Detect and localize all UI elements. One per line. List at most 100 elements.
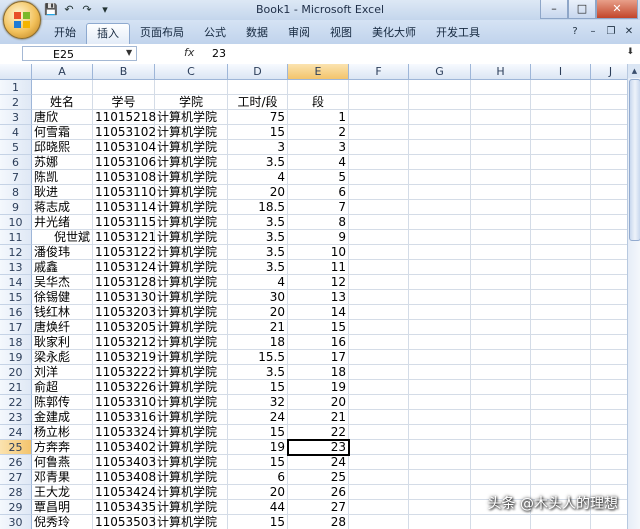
cell-h4[interactable] bbox=[471, 125, 531, 140]
cell-g20[interactable] bbox=[409, 365, 471, 380]
cell-b16[interactable]: 11053203 bbox=[93, 305, 156, 320]
cell-g11[interactable] bbox=[409, 230, 471, 245]
cell-g10[interactable] bbox=[409, 215, 471, 230]
cell-f7[interactable] bbox=[349, 170, 409, 185]
cell-i30[interactable] bbox=[531, 515, 591, 529]
cell-h11[interactable] bbox=[471, 230, 531, 245]
row-header[interactable]: 20 bbox=[0, 365, 32, 380]
cell-h17[interactable] bbox=[471, 320, 531, 335]
cell-h8[interactable] bbox=[471, 185, 531, 200]
cell-d30[interactable]: 15 bbox=[228, 515, 288, 529]
cell-b21[interactable]: 11053226 bbox=[93, 380, 156, 395]
cell-d27[interactable]: 6 bbox=[228, 470, 288, 485]
cell-g28[interactable] bbox=[409, 485, 471, 500]
cell-j5[interactable] bbox=[591, 140, 627, 155]
cell-c27[interactable]: 计算机学院 bbox=[155, 470, 228, 485]
cell-e5[interactable]: 3 bbox=[288, 140, 349, 155]
cell-c8[interactable]: 计算机学院 bbox=[155, 185, 228, 200]
cell-c14[interactable]: 计算机学院 bbox=[155, 275, 228, 290]
cell-f3[interactable] bbox=[349, 110, 409, 125]
cell-e30[interactable]: 28 bbox=[288, 515, 349, 529]
cell-d25[interactable]: 19 bbox=[228, 440, 288, 455]
cell-a17[interactable]: 唐焕纤 bbox=[32, 320, 93, 335]
cell-e24[interactable]: 22 bbox=[288, 425, 349, 440]
cell-c18[interactable]: 计算机学院 bbox=[155, 335, 228, 350]
cell-d9[interactable]: 18.5 bbox=[228, 200, 288, 215]
cell-a9[interactable]: 蒋志成 bbox=[32, 200, 93, 215]
cell-i22[interactable] bbox=[531, 395, 591, 410]
column-header-e[interactable]: E bbox=[288, 64, 349, 80]
cell-j30[interactable] bbox=[591, 515, 627, 529]
cell-b4[interactable]: 11053102 bbox=[93, 125, 156, 140]
cell-g17[interactable] bbox=[409, 320, 471, 335]
cell-d23[interactable]: 24 bbox=[228, 410, 288, 425]
cell-i5[interactable] bbox=[531, 140, 591, 155]
cell-a6[interactable]: 苏娜 bbox=[32, 155, 93, 170]
maximize-button[interactable]: □ bbox=[568, 0, 596, 19]
cell-j27[interactable] bbox=[591, 470, 627, 485]
cell-j12[interactable] bbox=[591, 245, 627, 260]
cell-h20[interactable] bbox=[471, 365, 531, 380]
cell-j2[interactable] bbox=[591, 95, 627, 110]
row-header[interactable]: 23 bbox=[0, 410, 32, 425]
cell-f16[interactable] bbox=[349, 305, 409, 320]
vertical-scrollbar[interactable]: ▲ bbox=[627, 64, 640, 529]
cell-j20[interactable] bbox=[591, 365, 627, 380]
cell-e14[interactable]: 12 bbox=[288, 275, 349, 290]
row-header[interactable]: 27 bbox=[0, 470, 32, 485]
cell-e11[interactable]: 9 bbox=[288, 230, 349, 245]
cell-j16[interactable] bbox=[591, 305, 627, 320]
cell-i6[interactable] bbox=[531, 155, 591, 170]
cell-c15[interactable]: 计算机学院 bbox=[155, 290, 228, 305]
cell-e17[interactable]: 15 bbox=[288, 320, 349, 335]
cell-e22[interactable]: 20 bbox=[288, 395, 349, 410]
row-header[interactable]: 7 bbox=[0, 170, 32, 185]
cell-i18[interactable] bbox=[531, 335, 591, 350]
cell-c9[interactable]: 计算机学院 bbox=[155, 200, 228, 215]
cell-h19[interactable] bbox=[471, 350, 531, 365]
cell-e29[interactable]: 27 bbox=[288, 500, 349, 515]
cell-g13[interactable] bbox=[409, 260, 471, 275]
cell-e25[interactable]: 23 bbox=[287, 439, 350, 456]
cell-b14[interactable]: 11053128 bbox=[93, 275, 156, 290]
cell-g7[interactable] bbox=[409, 170, 471, 185]
cell-j7[interactable] bbox=[591, 170, 627, 185]
cell-a16[interactable]: 钱红林 bbox=[32, 305, 93, 320]
cell-g30[interactable] bbox=[409, 515, 471, 529]
tab-7[interactable]: 美化大师 bbox=[362, 23, 426, 43]
cell-g5[interactable] bbox=[409, 140, 471, 155]
cell-d13[interactable]: 3.5 bbox=[228, 260, 288, 275]
cell-c12[interactable]: 计算机学院 bbox=[155, 245, 228, 260]
cell-a23[interactable]: 金建成 bbox=[32, 410, 93, 425]
cell-h5[interactable] bbox=[471, 140, 531, 155]
cell-e1[interactable] bbox=[288, 80, 349, 95]
row-header[interactable]: 2 bbox=[0, 95, 32, 110]
cell-c29[interactable]: 计算机学院 bbox=[155, 500, 228, 515]
cell-c13[interactable]: 计算机学院 bbox=[155, 260, 228, 275]
cell-h15[interactable] bbox=[471, 290, 531, 305]
cell-g3[interactable] bbox=[409, 110, 471, 125]
column-header-b[interactable]: B bbox=[93, 64, 155, 80]
cell-g16[interactable] bbox=[409, 305, 471, 320]
cell-h7[interactable] bbox=[471, 170, 531, 185]
cell-h30[interactable] bbox=[471, 515, 531, 529]
cell-a15[interactable]: 徐锡健 bbox=[32, 290, 93, 305]
cell-g19[interactable] bbox=[409, 350, 471, 365]
cell-d28[interactable]: 20 bbox=[228, 485, 288, 500]
cell-g15[interactable] bbox=[409, 290, 471, 305]
row-header[interactable]: 19 bbox=[0, 350, 32, 365]
cell-b9[interactable]: 11053114 bbox=[93, 200, 156, 215]
column-header-h[interactable]: H bbox=[471, 64, 531, 80]
cell-j25[interactable] bbox=[591, 440, 627, 455]
row-header[interactable]: 17 bbox=[0, 320, 32, 335]
help-icon[interactable]: ? bbox=[568, 25, 582, 39]
cell-c2[interactable]: 学院 bbox=[155, 95, 228, 110]
cell-i2[interactable] bbox=[531, 95, 591, 110]
column-header-d[interactable]: D bbox=[228, 64, 288, 80]
cell-j3[interactable] bbox=[591, 110, 627, 125]
cell-h14[interactable] bbox=[471, 275, 531, 290]
cell-f20[interactable] bbox=[349, 365, 409, 380]
cell-g14[interactable] bbox=[409, 275, 471, 290]
worksheet-grid[interactable]: ABCDEFGHIJ 1 2 姓名 学号 学院 工时/段段 3 唐欣 11015218 计算机学院… bbox=[0, 64, 627, 529]
column-header-j[interactable]: J bbox=[591, 64, 627, 80]
